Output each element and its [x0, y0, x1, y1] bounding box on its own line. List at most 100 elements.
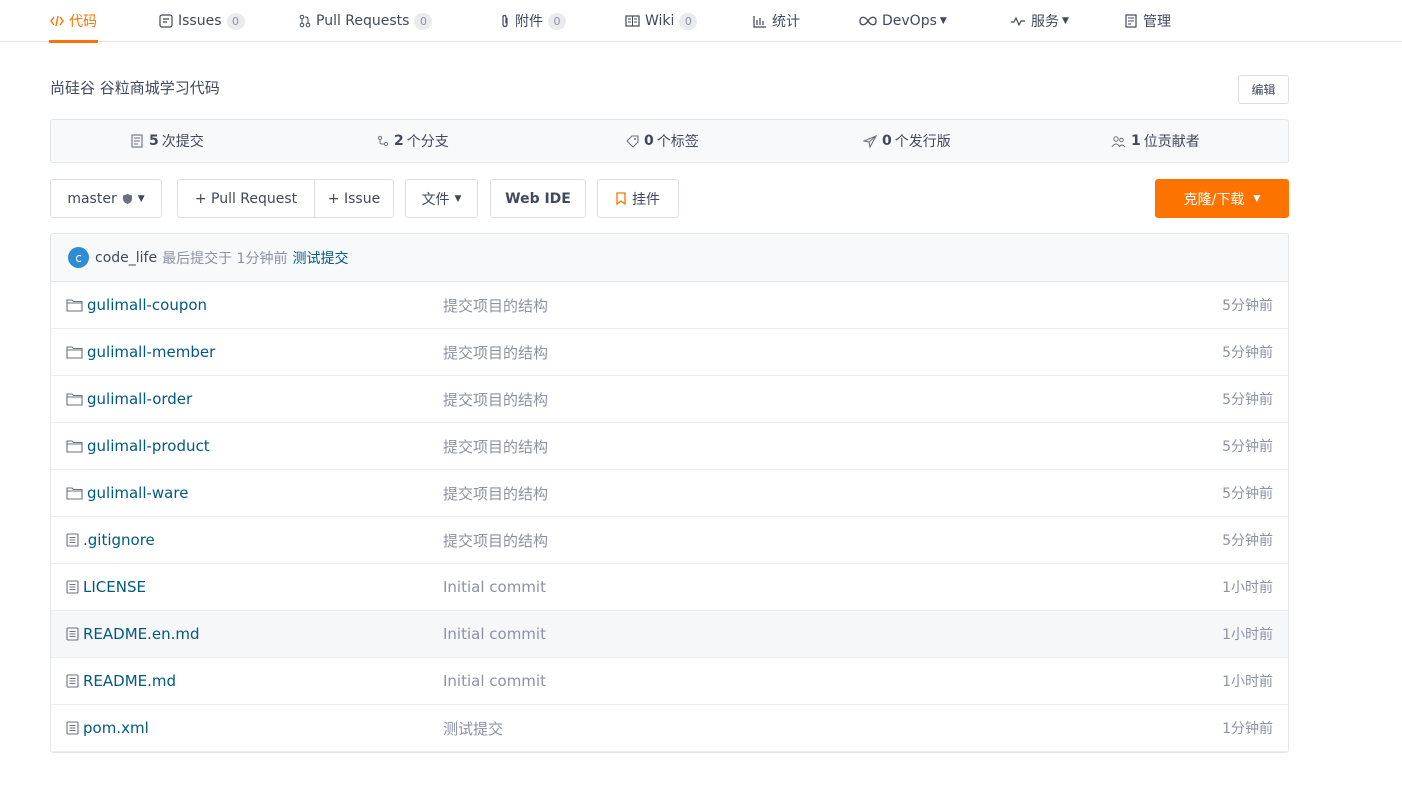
file-name: .gitignore [83, 531, 155, 549]
code-icon [50, 15, 64, 27]
bookmark-button[interactable]: 挂件 [597, 179, 679, 218]
tab-label: Wiki [645, 13, 675, 29]
commit-author[interactable]: code_life [95, 250, 157, 266]
shield-icon [122, 193, 133, 205]
file-commit-message[interactable]: Initial commit [443, 578, 546, 596]
table-row: gulimall-ware 提交项目的结构 5分钟前 [51, 470, 1288, 517]
stat-branches[interactable]: 2 个分支 [377, 120, 449, 162]
stat-contributors[interactable]: 1 位贡献者 [1111, 120, 1200, 162]
tab-services[interactable]: 服务 ▼ [1010, 0, 1069, 42]
file-commit-message[interactable]: 提交项目的结构 [443, 436, 548, 457]
file-commit-time: 1小时前 [1222, 674, 1273, 690]
file-menu-label: 文件 [421, 191, 450, 208]
tag-icon [626, 134, 639, 148]
file-commit-time: 1小时前 [1222, 627, 1273, 643]
file-name: LICENSE [83, 578, 146, 596]
new-pull-request-button[interactable]: + Pull Request [178, 180, 314, 217]
file-commit-message[interactable]: Initial commit [443, 672, 546, 690]
tab-label: DevOps [882, 13, 937, 29]
edit-description-button[interactable]: 编辑 [1238, 75, 1289, 104]
chevron-down-icon: ▼ [137, 193, 145, 204]
table-row: README.en.md Initial commit 1小时前 [51, 611, 1288, 658]
stat-count: 5 [149, 133, 159, 149]
file-name: README.en.md [83, 625, 200, 643]
tab-manage[interactable]: 管理 [1125, 0, 1171, 42]
file-list: c code_life 最后提交于 1分钟前 测试提交 gulimall-cou… [50, 233, 1289, 753]
release-icon [863, 134, 877, 148]
commit-time: 最后提交于 1分钟前 [162, 250, 288, 267]
tab-issues[interactable]: Issues 0 [159, 0, 245, 42]
folder-icon [66, 392, 83, 406]
file-name-link[interactable]: gulimall-member [66, 343, 215, 361]
file-name-link[interactable]: gulimall-coupon [66, 296, 207, 314]
stat-count: 2 [394, 133, 404, 149]
stat-count: 1 [1131, 133, 1141, 149]
repo-stats-bar: 5 次提交 2 个分支 0 个标签 0 个发行版 1 位贡献者 [50, 119, 1289, 163]
pull-request-icon [299, 14, 311, 28]
chevron-down-icon: ▼ [454, 193, 462, 204]
table-row: gulimall-coupon 提交项目的结构 5分钟前 [51, 282, 1288, 329]
branch-select[interactable]: master ▼ [50, 179, 162, 218]
commit-message-link[interactable]: 测试提交 [292, 248, 348, 268]
file-name-link[interactable]: gulimall-order [66, 390, 192, 408]
issue-icon [159, 14, 173, 28]
repo-description: 尚硅谷 谷粒商城学习代码 [50, 79, 220, 97]
file-commit-message[interactable]: 测试提交 [443, 718, 503, 739]
paperclip-icon [500, 14, 510, 28]
file-name-link[interactable]: .gitignore [66, 531, 155, 549]
tab-devops[interactable]: DevOps ▼ [859, 0, 947, 42]
chevron-down-icon: ▼ [1062, 16, 1069, 26]
count-badge: 0 [226, 12, 245, 30]
tab-label: 管理 [1143, 14, 1171, 30]
tab-stats[interactable]: 统计 [753, 0, 800, 42]
file-name-link[interactable]: gulimall-ware [66, 484, 188, 502]
new-issue-button[interactable]: + Issue [314, 180, 393, 217]
file-commit-message[interactable]: 提交项目的结构 [443, 342, 548, 363]
manage-icon [1125, 14, 1138, 28]
table-row: README.md Initial commit 1小时前 [51, 658, 1288, 705]
file-commit-message[interactable]: 提交项目的结构 [443, 389, 548, 410]
file-name: README.md [83, 672, 177, 690]
file-menu-button[interactable]: 文件 ▼ [405, 179, 478, 218]
tab-code[interactable]: 代码 [49, 0, 98, 43]
file-name-link[interactable]: LICENSE [66, 578, 146, 596]
stat-releases[interactable]: 0 个发行版 [863, 120, 951, 162]
file-name: pom.xml [83, 719, 149, 737]
clone-download-button[interactable]: 克隆/下载 ▼ [1155, 179, 1289, 218]
file-name: gulimall-member [87, 343, 216, 361]
file-name: gulimall-order [87, 390, 193, 408]
file-icon [66, 627, 79, 641]
tab-label: Pull Requests [316, 13, 410, 29]
file-name-link[interactable]: gulimall-product [66, 437, 210, 455]
commit-icon [131, 134, 144, 148]
folder-icon [66, 298, 83, 312]
file-name: gulimall-product [87, 437, 210, 455]
file-commit-message[interactable]: Initial commit [443, 625, 546, 643]
last-commit-bar: c code_life 最后提交于 1分钟前 测试提交 [51, 234, 1288, 282]
infinity-icon [859, 16, 877, 26]
create-button-group: + Pull Request + Issue [177, 179, 394, 218]
contributors-icon [1111, 135, 1126, 148]
count-badge: 0 [679, 12, 698, 30]
tab-attachments[interactable]: 附件 0 [500, 0, 566, 42]
folder-icon [66, 439, 83, 453]
file-commit-message[interactable]: 提交项目的结构 [443, 483, 548, 504]
stat-tags[interactable]: 0 个标签 [626, 120, 699, 162]
file-commit-message[interactable]: 提交项目的结构 [443, 530, 548, 551]
file-icon [66, 580, 79, 594]
table-row: gulimall-product 提交项目的结构 5分钟前 [51, 423, 1288, 470]
tab-wiki[interactable]: Wiki 0 [625, 0, 698, 42]
file-name-link[interactable]: README.en.md [66, 625, 200, 643]
folder-icon [66, 345, 83, 359]
file-commit-message[interactable]: 提交项目的结构 [443, 295, 548, 316]
avatar[interactable]: c [68, 247, 89, 268]
stat-commits[interactable]: 5 次提交 [131, 120, 204, 162]
tab-label: 统计 [772, 14, 800, 30]
file-name-link[interactable]: README.md [66, 672, 176, 690]
tab-pull-requests[interactable]: Pull Requests 0 [299, 0, 433, 42]
table-row: gulimall-order 提交项目的结构 5分钟前 [51, 376, 1288, 423]
file-name-link[interactable]: pom.xml [66, 719, 149, 737]
web-ide-button[interactable]: Web IDE [490, 179, 586, 218]
file-commit-time: 5分钟前 [1222, 486, 1273, 502]
repo-nav: 代码 Issues 0 Pull Requests 0 附件 0 Wiki 0 … [0, 0, 1402, 43]
